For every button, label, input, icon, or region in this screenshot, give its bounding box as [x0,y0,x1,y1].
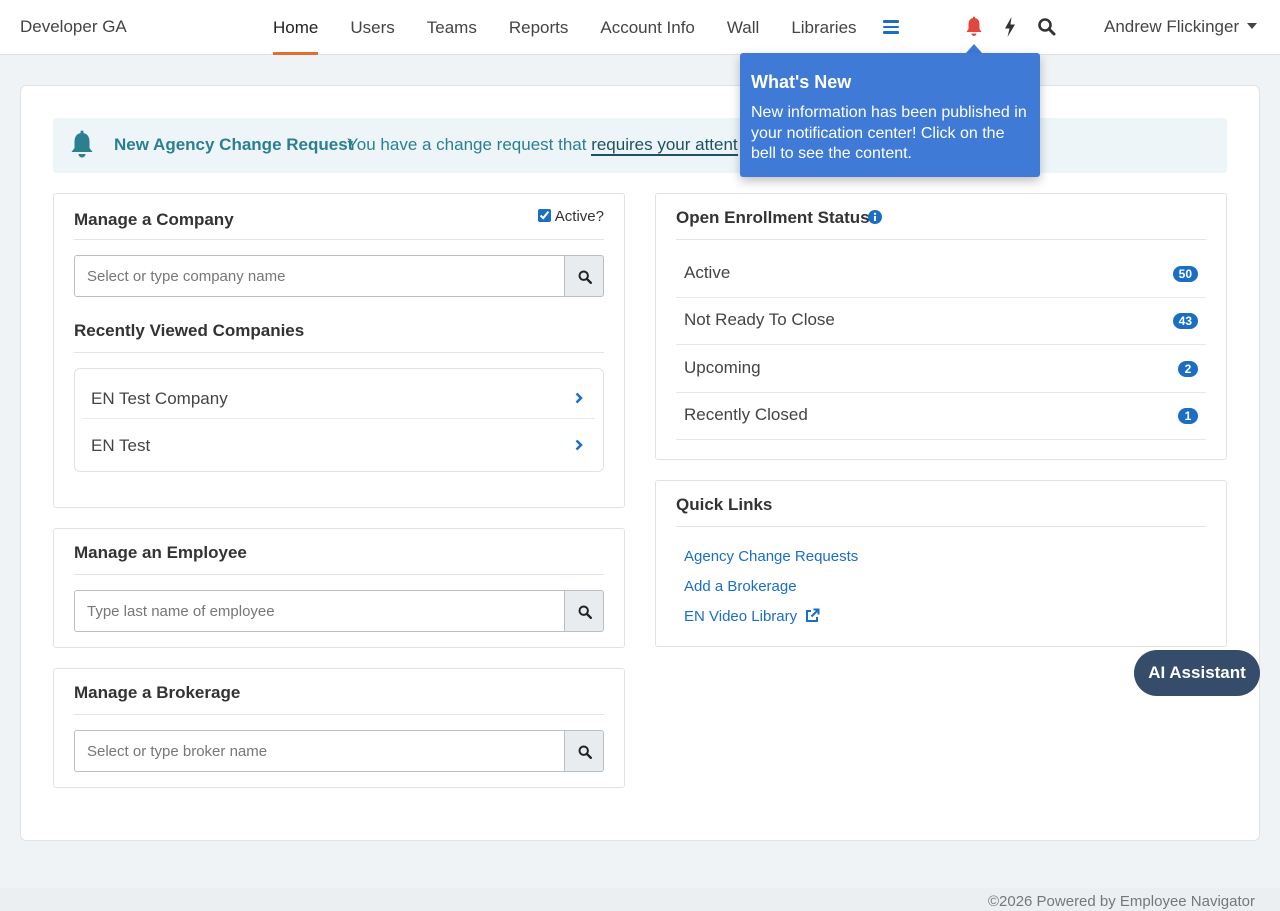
brokerage-search-input[interactable] [74,730,565,772]
status-badge: 1 [1178,408,1198,424]
nav-account-info[interactable]: Account Info [584,0,711,55]
nav-users[interactable]: Users [334,0,410,55]
tooltip-body: New information has been published in yo… [751,104,1027,162]
divider [74,574,604,575]
bell-icon [71,130,93,158]
alert-message: You have a change request that requires … [347,135,738,156]
ai-assistant-button[interactable]: AI Assistant [1134,650,1260,696]
manage-employee-title: Manage an Employee [74,543,247,562]
search-icon[interactable] [1037,16,1057,38]
list-item[interactable]: EN Test Company [83,372,595,419]
enrollment-row-active[interactable]: Active 50 [676,251,1206,298]
nav-libraries[interactable]: Libraries [775,0,872,55]
list-item[interactable]: EN Test [83,419,595,466]
divider [74,714,604,715]
top-nav: Developer GA Home Users Teams Reports Ac… [0,0,1280,55]
external-link-icon [806,608,820,622]
recent-companies-list: EN Test Company EN Test [74,368,604,472]
quick-link-en-video-library[interactable]: EN Video Library [684,608,820,625]
nav-teams[interactable]: Teams [411,0,493,55]
menu-icon[interactable] [883,20,899,34]
company-search [74,255,604,297]
recent-companies-title: Recently Viewed Companies [74,321,305,340]
alert-message-text: You have a change request that [347,135,587,154]
user-menu[interactable]: Andrew Flickinger [1104,17,1258,37]
status-badge: 43 [1172,313,1198,329]
status-label: Not Ready To Close [684,310,835,329]
enrollment-row-recently-closed[interactable]: Recently Closed 1 [676,393,1206,440]
manage-company-title: Manage a Company [74,210,234,229]
divider [74,352,604,353]
employee-search [74,590,604,632]
divider [676,239,1206,240]
user-name: Andrew Flickinger [1104,17,1240,36]
company-search-button[interactable] [564,255,604,297]
enrollment-row-upcoming[interactable]: Upcoming 2 [676,346,1206,393]
quick-links-title: Quick Links [676,495,773,514]
status-label: Recently Closed [684,405,808,424]
active-checkbox-input[interactable] [537,209,551,222]
info-icon[interactable] [868,210,882,224]
search-icon [578,605,592,619]
divider [676,526,1206,527]
status-badge: 50 [1172,266,1198,282]
employee-search-input[interactable] [74,590,565,632]
nav-wall[interactable]: Wall [711,0,775,55]
brokerage-search-button[interactable] [564,730,604,772]
nav-links: Home Users Teams Reports Account Info Wa… [257,0,873,55]
manage-employee-panel: Manage an Employee [53,528,625,648]
footer-text: ©2026 Powered by Employee Navigator [987,893,1255,910]
quick-links-panel: Quick Links Agency Change Requests Add a… [655,480,1227,647]
enrollment-status-title: Open Enrollment Status [676,208,870,227]
recent-company-label: EN Test Company [91,389,228,408]
bolt-icon[interactable] [1002,16,1018,38]
quick-link-label: Agency Change Requests [684,548,859,565]
quick-link-agency-change-requests[interactable]: Agency Change Requests [684,548,858,565]
chevron-down-icon [1247,23,1258,29]
recent-company-label: EN Test [91,436,151,455]
alert-title: New Agency Change Request [114,135,354,154]
tooltip-title: What's New [751,72,852,92]
nav-reports[interactable]: Reports [493,0,585,55]
enrollment-row-not-ready[interactable]: Not Ready To Close 43 [676,298,1206,345]
quick-link-label: EN Video Library [684,608,798,625]
chevron-right-icon [575,392,583,404]
bell-icon[interactable] [964,16,984,38]
quick-link-add-brokerage[interactable]: Add a Brokerage [684,578,797,595]
status-badge: 2 [1178,361,1198,377]
company-search-input[interactable] [74,255,565,297]
divider [74,239,604,240]
search-icon [578,270,592,284]
change-request-alert: New Agency Change Request You have a cha… [53,118,1227,173]
alert-link[interactable]: requires your attent [591,135,738,156]
search-icon [578,745,592,759]
active-checkbox-label: Active? [554,208,604,225]
brand-name[interactable]: Developer GA [20,17,127,37]
manage-brokerage-title: Manage a Brokerage [74,683,241,702]
chevron-right-icon [575,439,583,451]
manage-brokerage-panel: Manage a Brokerage [53,668,625,788]
brokerage-search [74,730,604,772]
active-checkbox[interactable]: Active? [537,208,604,225]
manage-company-panel: Manage a Company Active? Recently Viewed… [53,193,625,508]
quick-link-label: Add a Brokerage [684,578,797,595]
whats-new-tooltip: What's New New information has been publ… [740,53,1040,177]
footer: ©2026 Powered by Employee Navigator [0,888,1280,911]
enrollment-status-panel: Open Enrollment Status Active 50 Not Rea… [655,193,1227,460]
nav-home[interactable]: Home [257,0,334,55]
status-label: Active [684,263,731,282]
tooltip-arrow [966,44,982,53]
status-label: Upcoming [684,358,761,377]
employee-search-button[interactable] [564,590,604,632]
